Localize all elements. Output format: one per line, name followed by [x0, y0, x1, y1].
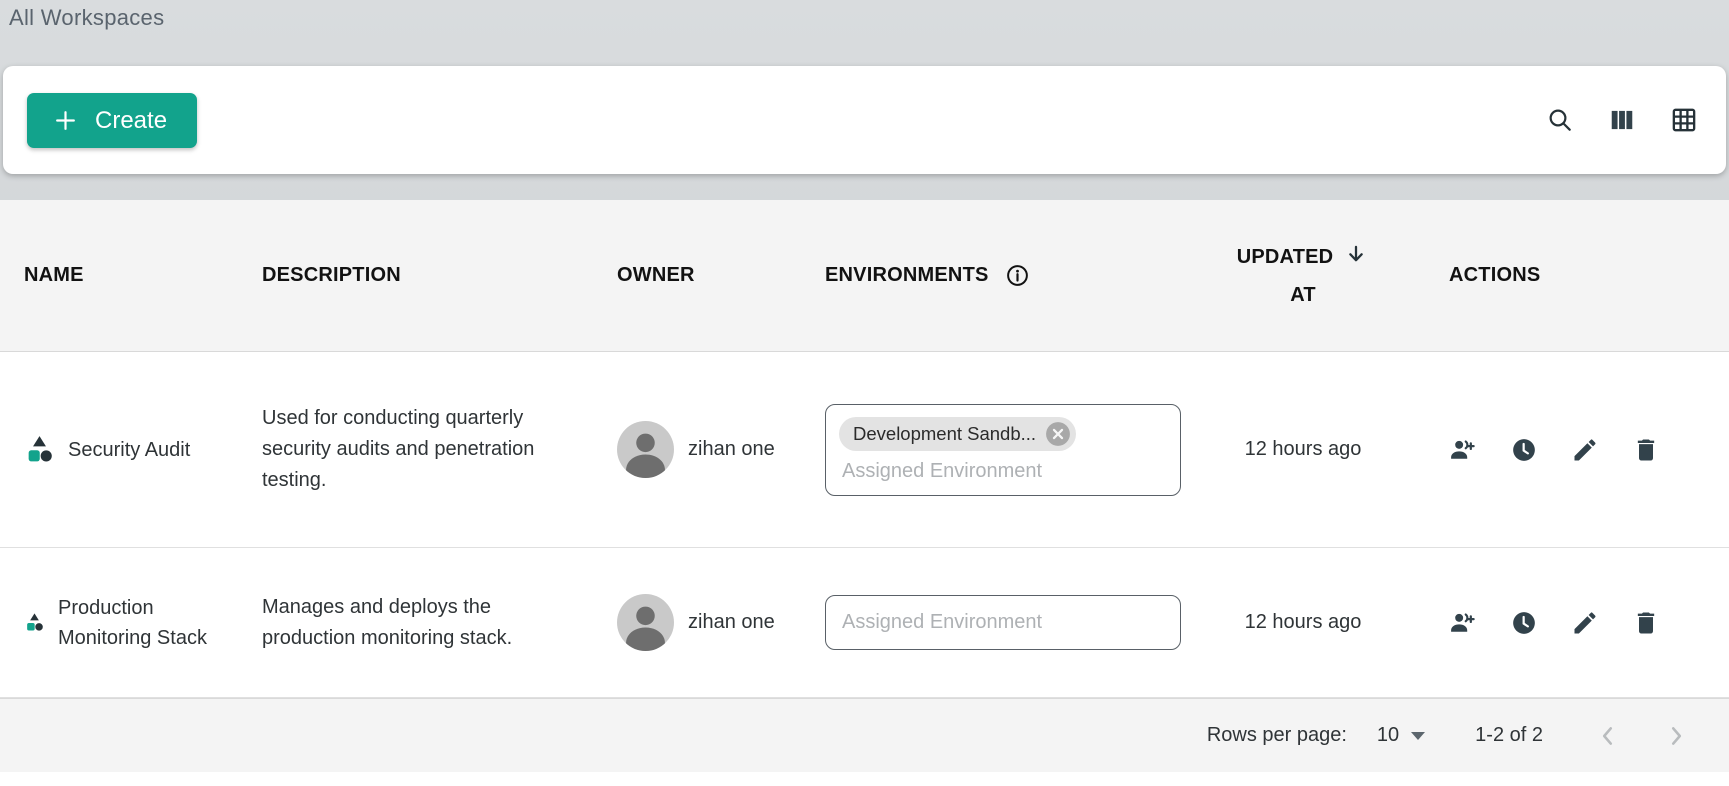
rows-per-page-label: Rows per page: [1207, 724, 1347, 747]
delete-icon[interactable] [1632, 609, 1660, 637]
create-button-label: Create [95, 107, 167, 135]
arrow-down-icon[interactable] [1343, 242, 1369, 268]
add-user-icon[interactable] [1449, 609, 1477, 637]
column-header-updated-at[interactable]: UPDATED AT [1197, 238, 1409, 314]
environments-select[interactable]: Development Sandb... Assigned Environmen… [825, 404, 1181, 496]
plus-icon [53, 108, 78, 133]
column-header-name[interactable]: NAME [0, 264, 262, 287]
environment-chip: Development Sandb... [839, 417, 1076, 451]
add-user-icon[interactable] [1449, 436, 1477, 464]
workspace-description: Manages and deploys the production monit… [262, 592, 574, 654]
workspace-description: Used for conducting quarterly security a… [262, 403, 574, 496]
workspace-logo-icon [24, 434, 55, 465]
table-row: Security Audit Used for conducting quart… [0, 352, 1729, 548]
page-title: All Workspaces [9, 5, 164, 31]
rows-per-page-select[interactable]: 10 [1377, 724, 1425, 747]
history-icon[interactable] [1510, 436, 1538, 464]
column-header-environments[interactable]: ENVIRONMENTS [825, 263, 1197, 288]
toolbar-icon-group [1546, 66, 1698, 174]
workspace-logo-icon [24, 612, 45, 633]
column-header-actions: ACTIONS [1409, 264, 1729, 287]
info-icon[interactable] [1005, 263, 1030, 288]
environments-placeholder: Assigned Environment [839, 460, 1167, 483]
workspace-name: Production Monitoring Stack [58, 593, 228, 653]
column-header-description[interactable]: DESCRIPTION [262, 264, 617, 287]
owner-name: zihan one [688, 611, 775, 634]
owner-name: zihan one [688, 438, 775, 461]
table-header-row: NAME DESCRIPTION OWNER ENVIRONMENTS UPDA… [0, 200, 1729, 352]
grid-view-icon[interactable] [1670, 106, 1698, 134]
environment-chip-label: Development Sandb... [853, 423, 1036, 445]
view-columns-icon[interactable] [1608, 106, 1636, 134]
table-row: Production Monitoring Stack Manages and … [0, 548, 1729, 698]
updated-at-value: 12 hours ago [1197, 611, 1409, 634]
table-pagination: Rows per page: 10 1-2 of 2 [0, 698, 1729, 772]
workspace-name: Security Audit [68, 435, 190, 465]
edit-icon[interactable] [1571, 609, 1599, 637]
workspaces-table: NAME DESCRIPTION OWNER ENVIRONMENTS UPDA… [0, 200, 1729, 786]
pagination-range: 1-2 of 2 [1475, 724, 1543, 747]
avatar [617, 594, 674, 651]
chip-remove-icon[interactable] [1045, 421, 1071, 447]
updated-at-value: 12 hours ago [1197, 438, 1409, 461]
search-icon[interactable] [1546, 106, 1574, 134]
avatar [617, 421, 674, 478]
environments-placeholder: Assigned Environment [839, 611, 1167, 634]
chevron-left-icon[interactable] [1595, 723, 1621, 749]
caret-down-icon [1411, 732, 1425, 740]
column-header-owner[interactable]: OWNER [617, 264, 825, 287]
create-button[interactable]: Create [27, 93, 197, 148]
history-icon[interactable] [1510, 609, 1538, 637]
environments-select[interactable]: Assigned Environment [825, 595, 1181, 650]
edit-icon[interactable] [1571, 436, 1599, 464]
delete-icon[interactable] [1632, 436, 1660, 464]
toolbar-card: Create [3, 66, 1726, 174]
rows-per-page-value: 10 [1377, 724, 1399, 747]
chevron-right-icon[interactable] [1663, 723, 1689, 749]
